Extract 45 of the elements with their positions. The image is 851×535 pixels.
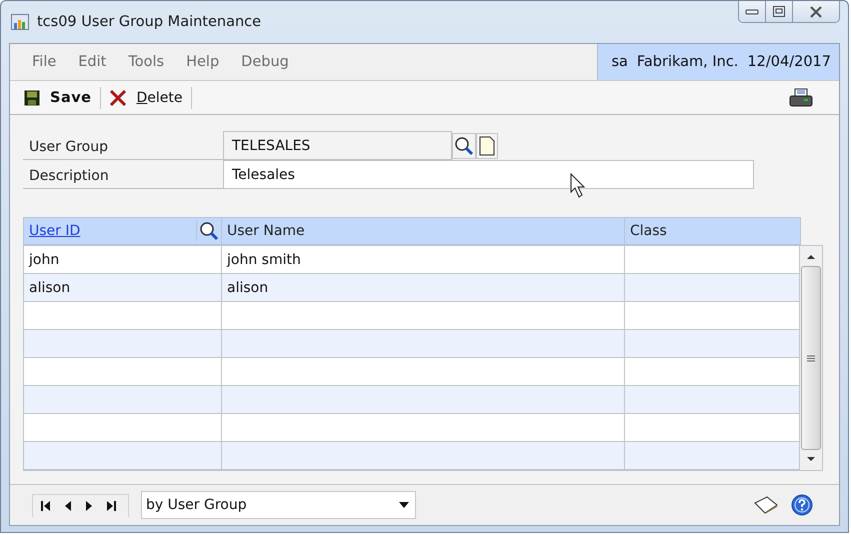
printer-icon[interactable] — [789, 88, 813, 108]
menu-item[interactable]: Tools — [117, 54, 176, 70]
scroll-down-icon[interactable] — [806, 456, 816, 462]
window-title: tcs09 User Group Maintenance — [37, 14, 262, 30]
sort-dropdown[interactable]: by User Group — [141, 491, 416, 519]
help-icon[interactable] — [791, 494, 813, 516]
session-date: 12/04/2017 — [747, 54, 831, 70]
table-cell: alison — [29, 280, 70, 296]
minimize-icon — [745, 8, 759, 14]
new-document-icon[interactable] — [476, 132, 498, 158]
column-header: Class — [630, 223, 667, 239]
input-field[interactable]: Telesales — [223, 160, 754, 189]
scroll-up-icon[interactable] — [806, 254, 816, 260]
table-cell: john smith — [227, 252, 301, 268]
search-icon[interactable] — [452, 132, 476, 158]
search-icon[interactable] — [196, 221, 219, 241]
first-record-icon[interactable] — [41, 500, 51, 510]
minimize-button[interactable] — [739, 1, 766, 22]
close-button[interactable] — [793, 1, 839, 22]
close-icon — [809, 6, 823, 18]
session-user: sa — [611, 54, 628, 70]
maximize-icon — [773, 6, 785, 17]
delete-button[interactable]: Delete — [102, 90, 189, 106]
maximize-button[interactable] — [766, 1, 793, 22]
menu-item[interactable]: Edit — [67, 54, 118, 70]
next-record-icon[interactable] — [85, 500, 93, 510]
note-icon[interactable] — [753, 495, 779, 515]
column-link[interactable]: User ID — [29, 223, 80, 239]
save-button[interactable]: Save — [18, 90, 98, 106]
grip-icon — [807, 354, 815, 362]
app-icon — [11, 14, 29, 30]
delete-icon — [108, 90, 127, 106]
menu-item[interactable]: Help — [175, 54, 230, 70]
save-icon — [24, 90, 40, 106]
cursor-icon — [570, 173, 588, 199]
column-header: User Name — [227, 223, 305, 239]
company-name: Fabrikam, Inc. — [636, 54, 738, 70]
table-cell: alison — [227, 280, 268, 296]
input-field[interactable]: TELESALES — [223, 131, 452, 160]
caret-icon — [399, 502, 409, 508]
menu-item[interactable]: Debug — [230, 54, 300, 70]
menu-item[interactable]: File — [10, 54, 68, 70]
table-cell: john — [29, 252, 60, 268]
previous-record-icon[interactable] — [64, 500, 72, 510]
last-record-icon[interactable] — [106, 500, 116, 510]
